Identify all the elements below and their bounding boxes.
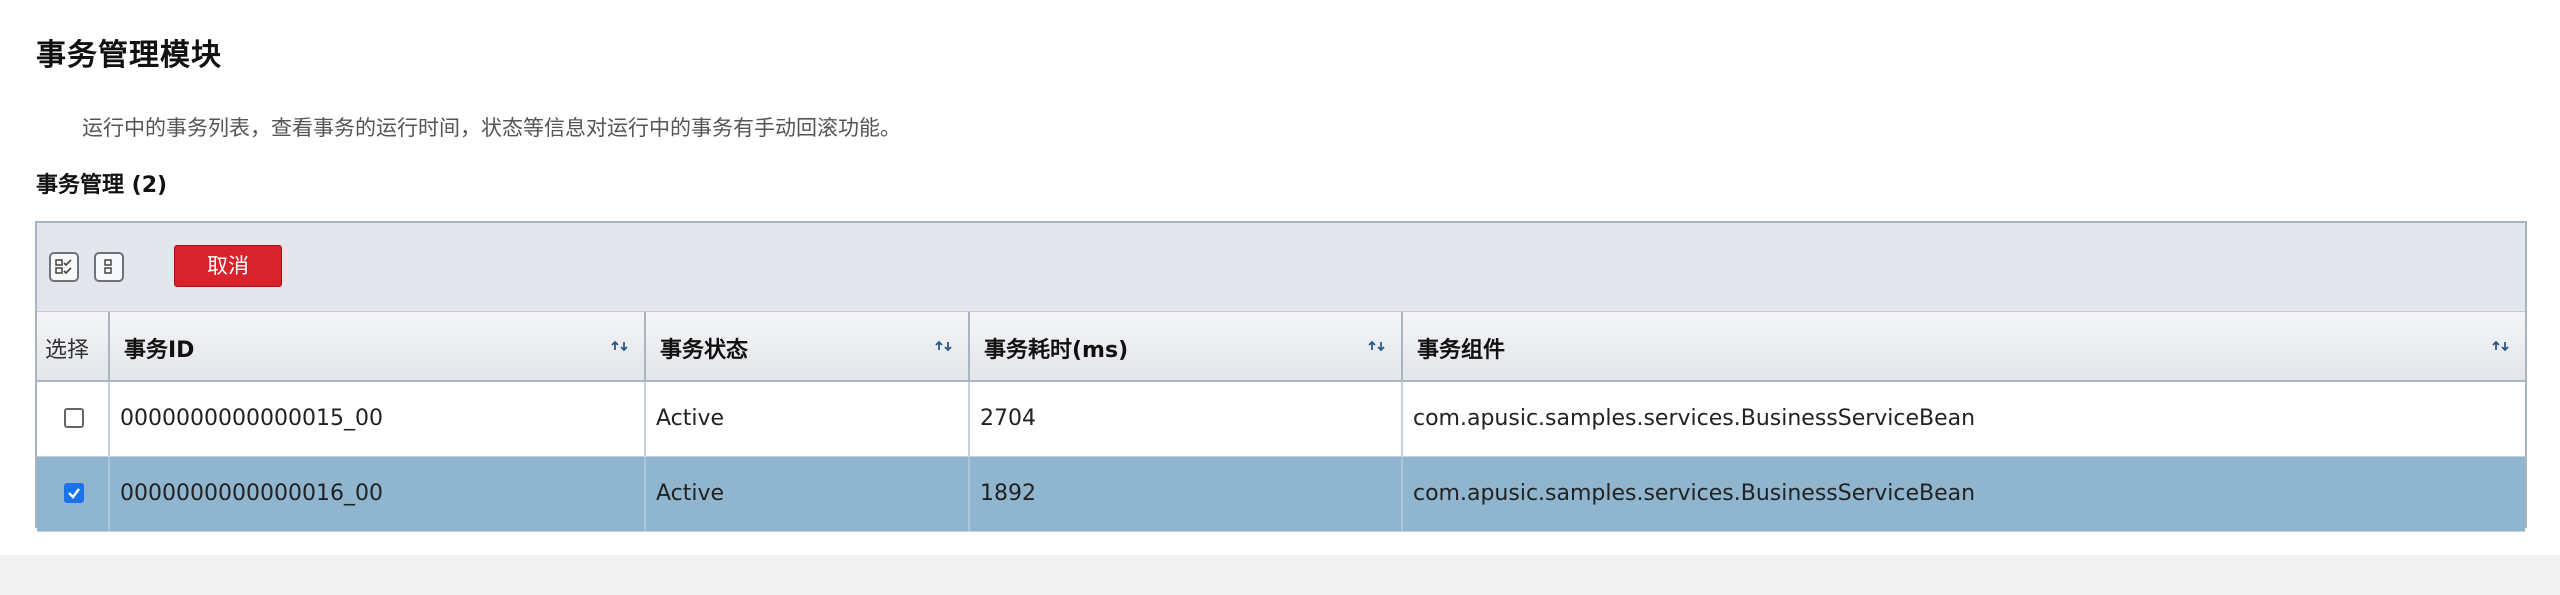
table-row[interactable]: 0000000000000016_00 Active 1892 com.apus…	[37, 457, 2525, 532]
grid-toolbar: 取消	[37, 223, 2525, 312]
component-cell: com.apusic.samples.services.BusinessServ…	[1403, 382, 2525, 456]
column-label: 事务组件	[1417, 338, 1506, 363]
status-cell: Active	[646, 457, 970, 531]
select-cell	[37, 457, 110, 531]
component-cell: com.apusic.samples.services.BusinessServ…	[1403, 457, 2525, 531]
elapsed-cell: 1892	[970, 457, 1403, 531]
id-cell: 0000000000000015_00	[110, 382, 646, 456]
select-all-icon	[55, 259, 72, 275]
select-cell	[37, 382, 110, 456]
page-title: 事务管理模块	[36, 38, 222, 73]
page-description: 运行中的事务列表，查看事务的运行时间，状态等信息对运行中的事务有手动回滚功能。	[82, 116, 901, 140]
elapsed-cell: 2704	[970, 382, 1403, 456]
column-header-select: 选择	[37, 312, 110, 380]
transaction-id: 0000000000000016_00	[120, 481, 383, 506]
column-header-component[interactable]: 事务组件	[1403, 312, 2525, 380]
sort-icon[interactable]	[608, 334, 632, 358]
deselect-all-button[interactable]	[94, 252, 124, 282]
sort-icon[interactable]	[1365, 334, 1389, 358]
select-all-button[interactable]	[49, 252, 79, 282]
transaction-status: Active	[656, 481, 725, 506]
column-label: 事务耗时(ms)	[984, 338, 1129, 363]
row-checkbox[interactable]	[64, 408, 84, 428]
deselect-icon	[104, 259, 112, 274]
transaction-component: com.apusic.samples.services.BusinessServ…	[1413, 406, 1976, 431]
column-label: 事务状态	[660, 338, 749, 363]
table-header: 选择 事务ID 事务状态 事务耗时(ms) 事务组件	[37, 312, 2525, 382]
column-header-status[interactable]: 事务状态	[646, 312, 970, 380]
content-panel: 事务管理模块 运行中的事务列表，查看事务的运行时间，状态等信息对运行中的事务有手…	[0, 0, 2560, 555]
column-label: 事务ID	[124, 338, 195, 363]
transaction-component: com.apusic.samples.services.BusinessServ…	[1413, 481, 1976, 506]
column-header-elapsed[interactable]: 事务耗时(ms)	[970, 312, 1403, 380]
transaction-elapsed: 1892	[980, 481, 1036, 506]
sort-icon[interactable]	[2489, 334, 2513, 358]
id-cell: 0000000000000016_00	[110, 457, 646, 531]
table-row[interactable]: 0000000000000015_00 Active 2704 com.apus…	[37, 382, 2525, 457]
column-label: 选择	[45, 338, 90, 363]
row-checkbox[interactable]	[64, 483, 84, 503]
status-cell: Active	[646, 382, 970, 456]
checkmark-icon	[68, 488, 80, 499]
section-title: 事务管理 (2)	[36, 173, 168, 198]
cancel-button[interactable]: 取消	[174, 245, 282, 287]
transaction-id: 0000000000000015_00	[120, 406, 383, 431]
transaction-elapsed: 2704	[980, 406, 1036, 431]
sort-icon[interactable]	[932, 334, 956, 358]
transaction-grid: 取消 选择 事务ID 事务状态 事务耗时(ms) 事务组件 0000000000…	[35, 221, 2527, 532]
column-header-id[interactable]: 事务ID	[110, 312, 646, 380]
transaction-status: Active	[656, 406, 725, 431]
